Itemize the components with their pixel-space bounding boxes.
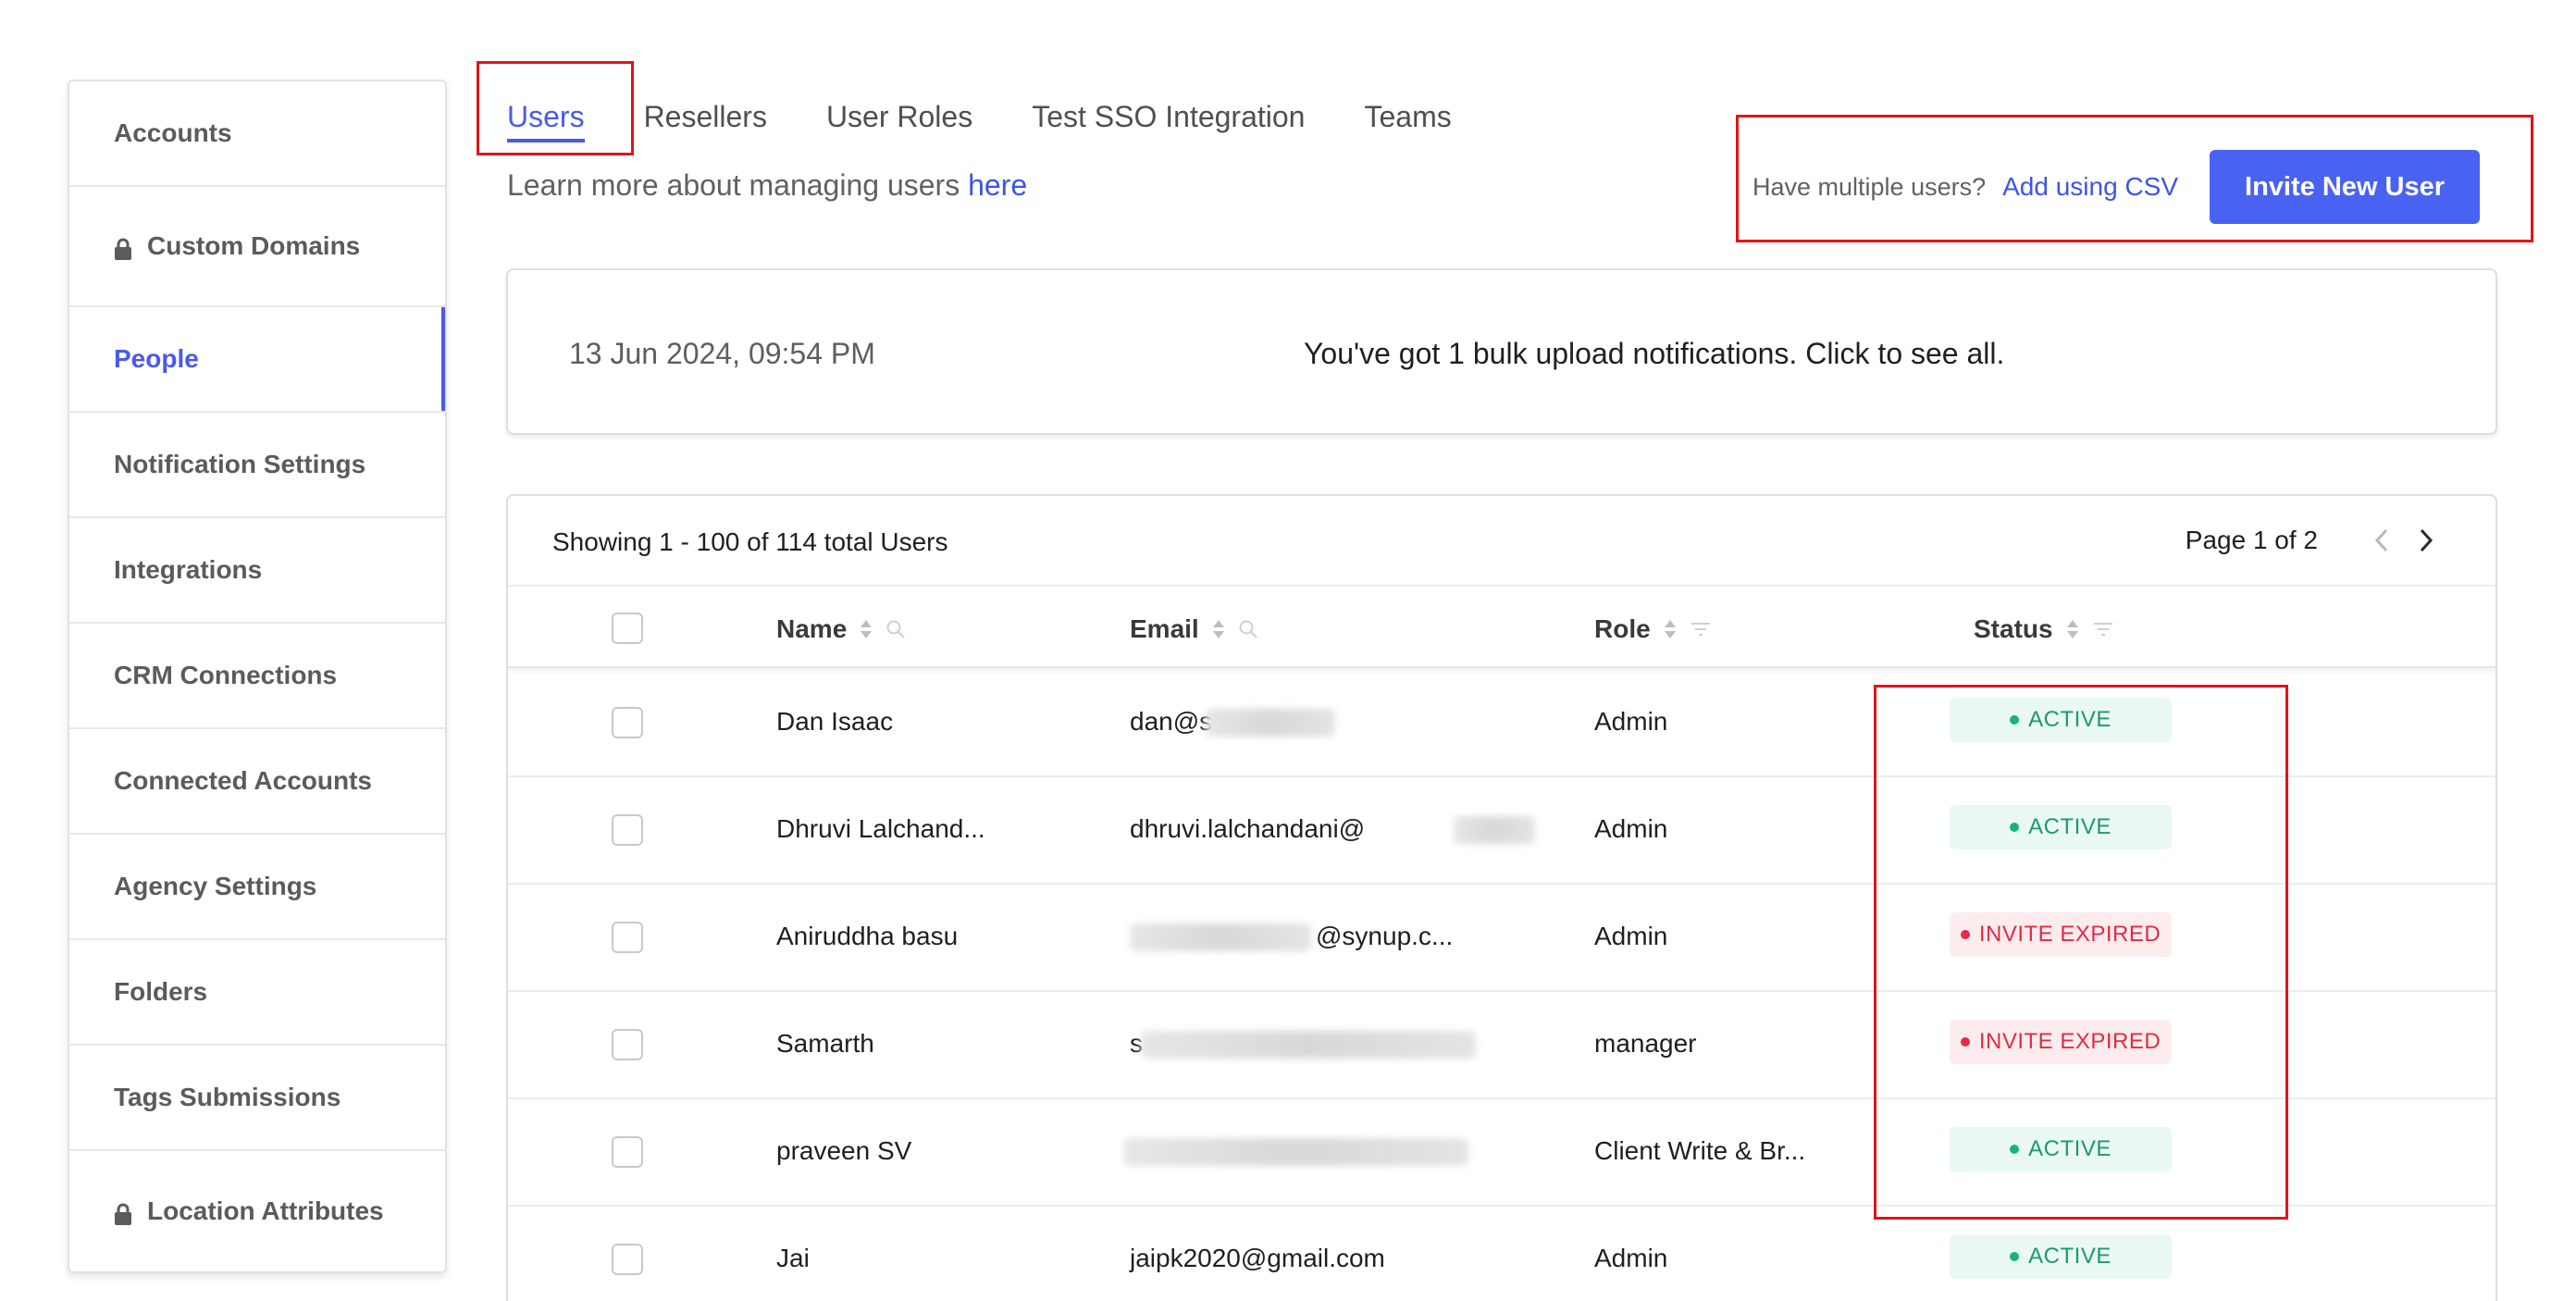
user-email: jaipk2020@gmail.com	[1130, 1244, 1385, 1272]
chevron-left-icon	[2374, 528, 2388, 552]
sidebar-item-notification-settings[interactable]: Notification Settings	[69, 413, 445, 518]
user-email: dan@s	[1130, 707, 1213, 736]
row-checkbox[interactable]	[612, 1136, 643, 1168]
status-dot	[2010, 1252, 2020, 1261]
sidebar-item-custom-domains[interactable]: Custom Domains	[69, 187, 445, 307]
sort-icon[interactable]	[1212, 619, 1225, 639]
sidebar-item-label: Location Attributes	[147, 1196, 384, 1225]
chevron-right-icon	[2420, 528, 2434, 552]
row-checkbox[interactable]	[612, 814, 643, 846]
user-name: praveen SV	[776, 1136, 912, 1165]
table-header: Name Email Role Status	[508, 585, 2496, 668]
page-indicator: Page 1 of 2	[2185, 526, 2318, 554]
sidebar-item-label: Notification Settings	[114, 450, 366, 478]
redacted-email	[1206, 709, 1335, 737]
user-name: Dan Isaac	[776, 707, 894, 736]
sidebar-item-label: Tags Submissions	[114, 1083, 341, 1111]
column-header-role[interactable]: Role	[1594, 614, 1712, 644]
sort-icon[interactable]	[2066, 619, 2079, 639]
sidebar-item-connected-accounts[interactable]: Connected Accounts	[69, 729, 445, 835]
filter-icon[interactable]	[1690, 620, 1712, 638]
highlight-box-users-tab	[477, 61, 634, 155]
lock-icon	[114, 237, 132, 260]
sidebar-item-label: Folders	[114, 977, 208, 1006]
sidebar-item-location-attributes[interactable]: Location Attributes	[69, 1151, 445, 1271]
users-count-summary: Showing 1 - 100 of 114 total Users	[552, 527, 948, 556]
notification-timestamp: 13 Jun 2024, 09:54 PM	[569, 337, 875, 370]
notification-message: You've got 1 bulk upload notifications. …	[1304, 337, 2005, 370]
next-page-button[interactable]	[2412, 522, 2440, 559]
highlight-box-status-column	[1874, 685, 2288, 1220]
user-role: Admin	[1594, 707, 1668, 736]
sidebar-item-agency-settings[interactable]: Agency Settings	[69, 835, 445, 940]
redacted-email	[1130, 923, 1311, 951]
row-checkbox[interactable]	[612, 1029, 643, 1060]
table-row[interactable]: Jai jaipk2020@gmail.com Admin ACTIVE	[508, 1207, 2496, 1301]
redacted-email	[1454, 816, 1535, 844]
pagination: Page 1 of 2	[2186, 522, 2440, 559]
row-checkbox[interactable]	[612, 922, 643, 953]
tab-test-sso-integration[interactable]: Test SSO Integration	[1032, 80, 1305, 154]
user-role: Admin	[1594, 1244, 1668, 1272]
sidebar-item-label: Agency Settings	[114, 872, 317, 900]
bulk-upload-notification[interactable]: 13 Jun 2024, 09:54 PM You've got 1 bulk …	[506, 268, 2497, 435]
row-checkbox[interactable]	[612, 707, 643, 738]
redacted-email	[1141, 1031, 1476, 1059]
people-tabs: Users Resellers User Roles Test SSO Inte…	[507, 80, 1511, 154]
column-header-email[interactable]: Email	[1130, 614, 1258, 644]
user-role: manager	[1594, 1029, 1697, 1058]
sidebar-item-tags-submissions[interactable]: Tags Submissions	[69, 1046, 445, 1151]
user-email: dhruvi.lalchandani@	[1130, 814, 1366, 843]
user-role: Admin	[1594, 922, 1668, 950]
sidebar-item-label: Integrations	[114, 555, 263, 584]
column-header-status[interactable]: Status	[1974, 614, 2114, 644]
sidebar-item-label: Accounts	[114, 118, 232, 147]
user-name: Jai	[776, 1244, 810, 1272]
sidebar-item-integrations[interactable]: Integrations	[69, 518, 445, 624]
column-header-name[interactable]: Name	[776, 614, 906, 644]
user-name: Aniruddha basu	[776, 922, 959, 950]
tab-teams[interactable]: Teams	[1364, 80, 1451, 154]
sidebar-item-folders[interactable]: Folders	[69, 940, 445, 1046]
tab-user-roles[interactable]: User Roles	[826, 80, 972, 154]
sidebar-item-label: Custom Domains	[147, 231, 361, 260]
user-name: Dhruvi Lalchand...	[776, 814, 985, 843]
user-email: @synup.c...	[1316, 922, 1454, 950]
status-badge: ACTIVE	[1950, 1234, 2172, 1279]
learn-more-text: Learn more about managing users here	[507, 168, 1028, 202]
select-all-checkbox[interactable]	[612, 613, 643, 644]
sidebar-item-label: Connected Accounts	[114, 766, 372, 795]
sort-icon[interactable]	[860, 619, 873, 639]
settings-sidebar: Accounts Custom Domains People Notificat…	[68, 80, 447, 1273]
lock-icon	[114, 1202, 132, 1225]
user-role: Client Write & Br...	[1594, 1136, 1806, 1165]
search-icon[interactable]	[886, 619, 906, 639]
user-name: Samarth	[776, 1029, 874, 1058]
redacted-email	[1124, 1138, 1468, 1166]
tab-resellers[interactable]: Resellers	[644, 80, 767, 154]
sidebar-item-crm-connections[interactable]: CRM Connections	[69, 624, 445, 729]
row-checkbox[interactable]	[612, 1244, 643, 1275]
sidebar-item-label: People	[114, 344, 199, 373]
highlight-box-invite-actions	[1736, 115, 2533, 242]
sidebar-item-label: CRM Connections	[114, 661, 338, 689]
sidebar-item-people[interactable]: People	[69, 307, 445, 413]
user-role: Admin	[1594, 814, 1668, 843]
sort-icon[interactable]	[1664, 619, 1677, 639]
previous-page-button[interactable]	[2368, 522, 2396, 559]
filter-icon[interactable]	[2092, 620, 2114, 638]
learn-more-link[interactable]: here	[968, 168, 1027, 202]
sidebar-item-accounts[interactable]: Accounts	[69, 81, 445, 187]
search-icon[interactable]	[1238, 619, 1258, 639]
